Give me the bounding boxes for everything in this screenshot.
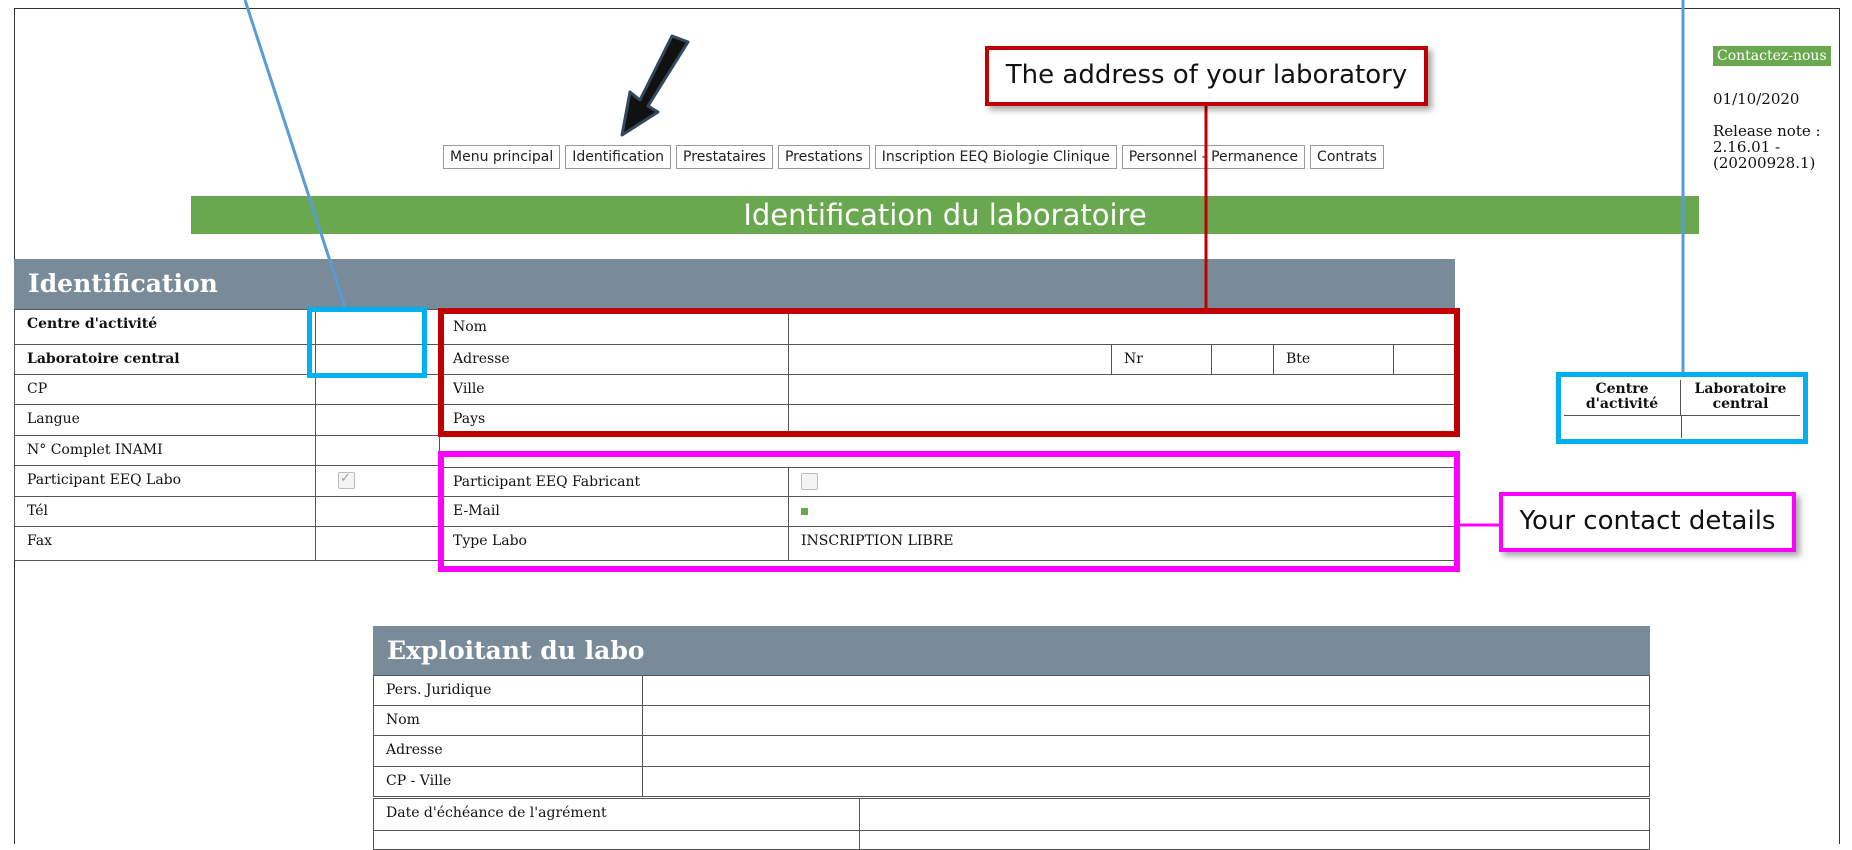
address-callout: The address of your laboratory [985, 46, 1428, 106]
blue-pointer-line-left [243, 0, 347, 308]
contact-callout: Your contact details [1499, 492, 1796, 552]
black-arrow-icon [620, 34, 690, 137]
annotation-lines [243, 0, 1685, 527]
